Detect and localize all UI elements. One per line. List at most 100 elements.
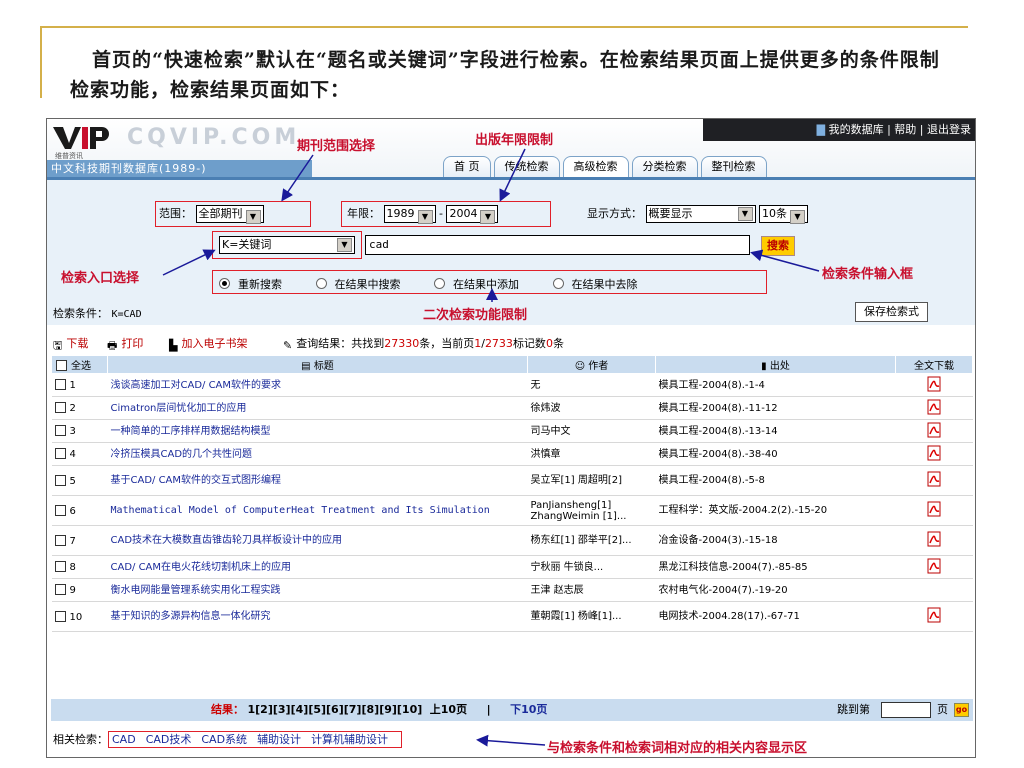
row-title-link[interactable]: CAD技术在大模数直齿锥齿轮刀具样板设计中的应用 [111, 535, 343, 546]
next10-link[interactable]: 下10页 [510, 703, 547, 716]
row-select-cell: 10 [51, 601, 108, 632]
tab-journal-search[interactable]: 整刊检索 [700, 156, 767, 177]
row-number: 5 [69, 475, 76, 487]
pager-page-link[interactable]: [10] [397, 703, 422, 716]
row-title-cell: CAD/ CAM在电火花线切割机床上的应用 [107, 555, 528, 579]
pdf-icon[interactable] [926, 501, 942, 517]
pager-page-link[interactable]: [8] [361, 703, 379, 716]
save-query-button[interactable]: 保存检索式 [855, 302, 928, 322]
page-size-select[interactable]: 10条 ▼ [759, 205, 808, 224]
row-download-cell [895, 578, 973, 602]
edit-note-icon: ✎ [283, 339, 293, 352]
row-number: 9 [69, 585, 76, 596]
tab-traditional-search[interactable]: 传统检索 [493, 156, 560, 177]
pager-page-link[interactable]: [6] [326, 703, 344, 716]
pdf-icon[interactable] [926, 422, 942, 438]
row-download-cell [895, 465, 973, 496]
row-checkbox[interactable] [54, 448, 66, 459]
add-shelf-action[interactable]: ▙ 加入电子书架 [169, 335, 247, 352]
row-title-link[interactable]: 冷挤压模具CAD的几个共性问题 [111, 449, 253, 460]
results-table: 全选 ▤ 标题 ☺ 作者 ▮ 出处 全文下载 1 浅谈高速加工对CAD/ CAM软… [51, 355, 973, 632]
download-action[interactable]: 🖫 下载 [53, 335, 88, 356]
book-icon: ▤ [301, 361, 314, 372]
database-name: 中文科技期刊数据库(1989-) [47, 160, 312, 177]
tab-home[interactable]: 首 页 [443, 156, 491, 177]
help-link[interactable]: 帮助 [894, 123, 916, 136]
row-download-cell [895, 396, 973, 420]
row-title-link[interactable]: 浅谈高速加工对CAD/ CAM软件的要求 [111, 380, 282, 391]
row-source: 模具工程-2004(8).-13-14 [655, 419, 896, 443]
tab-advanced-search[interactable]: 高级检索 [562, 156, 629, 177]
print-action[interactable]: 🖶 打印 [107, 335, 143, 356]
display-select[interactable]: 概要显示 ▼ [645, 205, 756, 223]
row-title-cell: 基于CAD/ CAM软件的交互式图形编程 [107, 465, 528, 496]
annotation-journal-range: 期刊范围选择 [297, 139, 376, 154]
row-number: 7 [69, 535, 76, 547]
search-button[interactable]: 搜索 [761, 236, 795, 256]
related-link[interactable]: 计算机辅助设计 [311, 733, 388, 746]
site-name: CQVIP.COM [127, 125, 301, 150]
related-link[interactable]: CAD系统 [201, 733, 247, 746]
row-select-cell: 7 [51, 525, 108, 556]
row-checkbox[interactable] [54, 504, 66, 516]
related-link[interactable]: CAD [112, 733, 136, 746]
pdf-icon[interactable] [926, 531, 942, 547]
row-checkbox[interactable] [54, 561, 66, 572]
row-number: 6 [69, 505, 76, 517]
printer-icon: 🖶 [107, 339, 118, 352]
pdf-icon[interactable] [926, 607, 942, 623]
prev10-link[interactable]: 上10页 [430, 703, 467, 716]
pdf-icon[interactable] [926, 558, 942, 574]
related-label: 相关检索： [53, 733, 108, 746]
search-input[interactable]: cad [365, 235, 750, 255]
pager-page-link[interactable]: [5] [308, 703, 326, 716]
select-all-header[interactable]: 全选 [51, 355, 108, 374]
row-checkbox[interactable] [54, 584, 66, 595]
pager-separator: | [486, 703, 491, 716]
pdf-icon[interactable] [926, 399, 942, 415]
row-select-cell: 4 [51, 442, 108, 466]
row-title-link[interactable]: Mathematical Model of ComputerHeat Treat… [111, 505, 490, 516]
row-author: 杨东红[1] 邵举平[2]... [527, 525, 656, 556]
related-link[interactable]: 辅助设计 [257, 733, 301, 746]
jump-suffix: 页 [937, 703, 948, 716]
pager-page-link[interactable]: [4] [291, 703, 309, 716]
table-row: 6 Mathematical Model of ComputerHeat Trea… [51, 495, 973, 526]
pdf-icon[interactable] [926, 471, 942, 487]
table-row: 3 一种简单的工序排样用数据结构模型 司马中文 模具工程-2004(8).-13-14 [51, 419, 973, 443]
select-all-checkbox[interactable] [56, 360, 67, 371]
row-author: 徐炜波 [527, 396, 656, 420]
my-database-link[interactable]: 我的数据库 [829, 123, 884, 136]
pdf-icon[interactable] [926, 445, 942, 461]
logout-link[interactable]: 退出登录 [927, 123, 971, 136]
row-source: 电网技术-2004.28(17).-67-71 [655, 601, 896, 632]
row-checkbox[interactable] [54, 474, 66, 486]
annotation-year-limit: 出版年限限制 [475, 133, 554, 148]
row-number: 8 [69, 562, 76, 573]
row-checkbox[interactable] [54, 402, 66, 413]
pager-page-link[interactable]: [9] [379, 703, 397, 716]
pager-page-link[interactable]: [7] [344, 703, 362, 716]
row-checkbox[interactable] [54, 534, 66, 546]
pager-page-link[interactable]: [3] [273, 703, 291, 716]
jump-page-input[interactable] [881, 702, 931, 718]
row-author: 吴立军[1] 周超明[2] [527, 465, 656, 496]
row-source: 模具工程-2004(8).-11-12 [655, 396, 896, 420]
row-title-cell: 浅谈高速加工对CAD/ CAM软件的要求 [107, 373, 528, 397]
row-title-link[interactable]: 基于CAD/ CAM软件的交互式图形编程 [111, 475, 282, 486]
go-button[interactable]: go [954, 703, 969, 717]
tab-category-search[interactable]: 分类检索 [631, 156, 698, 177]
row-title-link[interactable]: 基于知识的多源异构信息一体化研究 [111, 611, 271, 622]
row-title-link[interactable]: CAD/ CAM在电火花线切割机床上的应用 [111, 562, 292, 573]
pager-page-link[interactable]: [2] [255, 703, 273, 716]
row-title-link[interactable]: 衡水电网能量管理系统实用化工程实践 [111, 585, 281, 596]
row-title-link[interactable]: 一种简单的工序排样用数据结构模型 [111, 426, 271, 437]
condition-label: 检索条件： [53, 307, 108, 320]
row-title-link[interactable]: Cimatron层间忧化加工的应用 [111, 403, 247, 414]
row-checkbox[interactable] [54, 425, 66, 436]
related-link[interactable]: CAD技术 [146, 733, 192, 746]
slide-top-rule [40, 26, 968, 28]
pdf-icon[interactable] [926, 376, 942, 392]
row-checkbox[interactable] [54, 379, 66, 390]
row-checkbox[interactable] [54, 610, 66, 622]
